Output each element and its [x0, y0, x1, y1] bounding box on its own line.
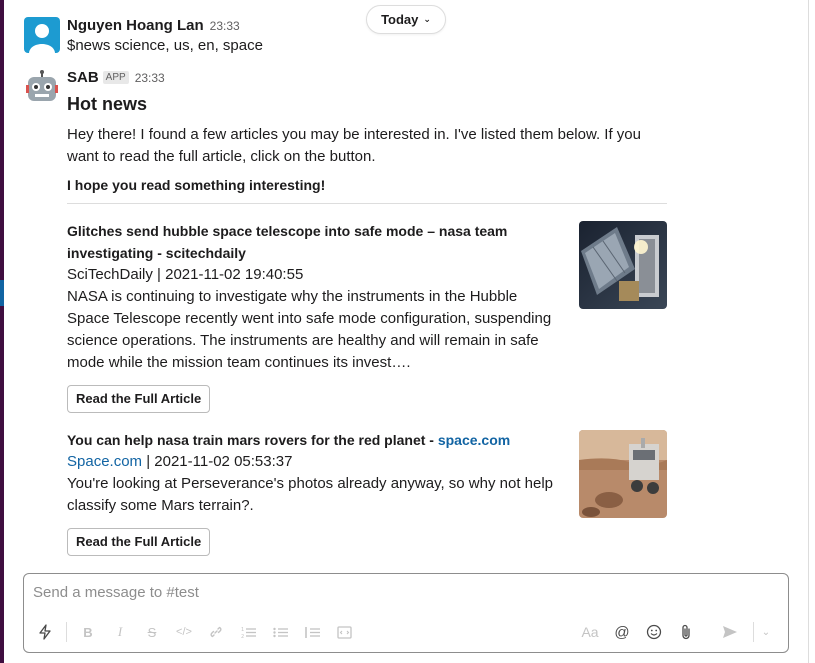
toolbar-separator: [753, 622, 754, 642]
article-title: Glitches send hubble space telescope int…: [67, 223, 508, 261]
article-date: 2021-11-02 05:53:37: [154, 453, 293, 470]
chevron-down-icon: ⌄: [423, 14, 431, 24]
read-full-article-button[interactable]: Read the Full Article: [67, 528, 211, 556]
svg-text:2: 2: [241, 634, 244, 639]
date-label: Today: [381, 12, 419, 27]
format-text-icon[interactable]: Aa: [577, 620, 603, 644]
code-block-icon[interactable]: [331, 620, 357, 644]
link-icon[interactable]: [203, 620, 229, 644]
mention-icon[interactable]: @: [609, 620, 635, 644]
blockquote-icon[interactable]: [299, 620, 325, 644]
article-summary: NASA is continuing to investigate why th…: [67, 288, 552, 371]
app-badge: APP: [102, 71, 129, 84]
article-thumbnail[interactable]: [579, 430, 667, 518]
lightning-icon[interactable]: [32, 620, 58, 644]
article-meta: SciTechDaily | 2021-11-02 19:40:55: [67, 266, 304, 283]
code-icon[interactable]: </>: [171, 620, 197, 644]
bulleted-list-icon[interactable]: [267, 620, 293, 644]
article-source-link[interactable]: Space.com: [67, 453, 142, 470]
pane-divider: [808, 0, 809, 663]
composer-toolbar: B I S </> 12 Aa @ ⌄: [32, 620, 780, 644]
author-name[interactable]: SAB: [67, 69, 99, 86]
workspace-sidebar-edge: [0, 0, 4, 663]
message-timestamp[interactable]: 23:33: [135, 71, 165, 85]
article-thumbnail[interactable]: [579, 221, 667, 309]
send-options-chevron-icon[interactable]: ⌄: [758, 620, 774, 644]
message-text: $news science, us, en, space: [67, 37, 263, 54]
strikethrough-icon[interactable]: S: [139, 620, 165, 644]
send-icon[interactable]: [717, 620, 743, 644]
news-heading: Hot news: [67, 94, 148, 114]
article-title-link[interactable]: space.com: [438, 432, 510, 448]
attach-icon[interactable]: [673, 620, 699, 644]
article-source: SciTechDaily: [67, 266, 153, 283]
message-timestamp[interactable]: 23:33: [210, 19, 240, 33]
bot-message: SAB APP 23:33 Hot news Hey there! I found …: [24, 69, 784, 556]
toolbar-separator: [66, 622, 67, 642]
svg-text:1: 1: [241, 627, 244, 633]
article-card: Glitches send hubble space telescope int…: [67, 220, 667, 413]
date-divider-button[interactable]: Today ⌄: [366, 5, 446, 34]
bold-icon[interactable]: B: [75, 620, 101, 644]
user-avatar[interactable]: [24, 17, 60, 53]
article-title: You can help nasa train mars rovers for …: [67, 432, 511, 448]
article-summary: You're looking at Perseverance's photos …: [67, 475, 554, 514]
message-input[interactable]: [33, 584, 773, 601]
author-name[interactable]: Nguyen Hoang Lan: [67, 17, 204, 34]
emoji-icon[interactable]: [641, 620, 667, 644]
read-full-article-button[interactable]: Read the Full Article: [67, 385, 211, 413]
ordered-list-icon[interactable]: 12: [235, 620, 261, 644]
article-date: 2021-11-02 19:40:55: [165, 266, 304, 283]
intro-text: Hey there! I found a few articles you ma…: [67, 126, 641, 165]
italic-icon[interactable]: I: [107, 620, 133, 644]
article-card: You can help nasa train mars rovers for …: [67, 429, 667, 556]
article-meta: Space.com | 2021-11-02 05:53:37: [67, 453, 293, 470]
active-channel-marker: [0, 280, 4, 306]
bot-avatar[interactable]: [24, 69, 60, 105]
message-composer: B I S </> 12 Aa @ ⌄: [23, 573, 789, 653]
section-divider: [67, 203, 667, 204]
closing-text: I hope you read something interesting!: [67, 177, 326, 193]
